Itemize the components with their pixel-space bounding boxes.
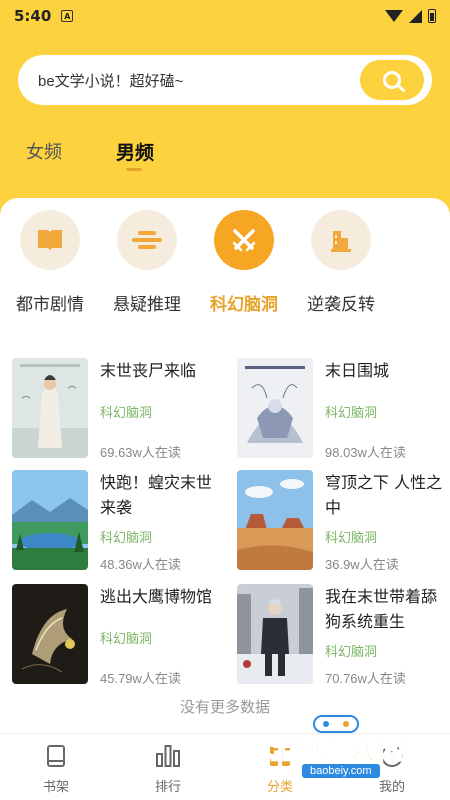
nav-bookshelf[interactable]: 书架 xyxy=(21,742,91,795)
category-mystery[interactable]: 悬疑推理 xyxy=(97,210,197,315)
book-cover xyxy=(12,358,88,458)
search-icon xyxy=(383,71,401,89)
book-tag: 科幻脑洞 xyxy=(325,406,378,421)
search-bar[interactable]: be文学小说！超好磕~ xyxy=(18,55,432,105)
category-scifi[interactable]: 科幻脑洞 xyxy=(194,210,294,315)
book-icon xyxy=(38,230,62,250)
category-circle xyxy=(311,210,371,270)
book-tag: 科幻脑洞 xyxy=(100,406,153,421)
status-bar: 5:40 A xyxy=(0,0,450,32)
signal-icon xyxy=(409,9,422,23)
cloud-icon xyxy=(132,231,162,249)
category-label: 悬疑推理 xyxy=(113,295,181,315)
nav-label: 书架 xyxy=(42,780,69,795)
book-readers: 98.03w人在读 xyxy=(325,445,406,460)
book-cover xyxy=(237,470,313,570)
book-tag: 科幻脑洞 xyxy=(325,645,378,660)
nav-ranking[interactable]: 排行 xyxy=(133,742,203,795)
tab-female[interactable]: 女频 xyxy=(26,138,62,164)
status-time: 5:40 xyxy=(14,7,52,25)
category-circle xyxy=(117,210,177,270)
category-circle xyxy=(214,210,274,270)
book-readers: 70.76w人在读 xyxy=(325,671,406,686)
content-panel: 都市剧情 悬疑推理 科幻脑洞 逆袭反转 末世丧尸来临 科幻脑洞 69.63w人在… xyxy=(0,198,450,733)
book-card[interactable]: 末日围城 科幻脑洞 98.03w人在读 xyxy=(237,358,450,464)
battery-icon xyxy=(428,9,436,23)
book-tag: 科幻脑洞 xyxy=(100,531,153,546)
book-title: 快跑！蝗灾末世来袭 xyxy=(100,473,213,517)
wifi-icon xyxy=(385,10,403,22)
book-readers: 48.36w人在读 xyxy=(100,557,181,572)
book-readers: 45.79w人在读 xyxy=(100,671,181,686)
book-cover xyxy=(12,584,88,684)
ranking-icon xyxy=(154,742,182,770)
book-tag: 科幻脑洞 xyxy=(325,531,378,546)
category-circle xyxy=(20,210,80,270)
book-readers: 36.9w人在读 xyxy=(325,557,399,572)
notification-a-icon: A xyxy=(61,10,74,22)
search-input[interactable]: be文学小说！超好磕~ xyxy=(38,70,183,91)
book-title: 穹顶之下 人性之中 xyxy=(325,473,443,517)
category-comeback[interactable]: 逆袭反转 xyxy=(291,210,391,315)
tab-male[interactable]: 男频 xyxy=(116,138,154,171)
watermark-url: baobeiy.com xyxy=(302,764,380,778)
book-card[interactable]: 末世丧尸来临 科幻脑洞 69.63w人在读 xyxy=(12,358,227,464)
book-card[interactable]: 快跑！蝗灾末世来袭 科幻脑洞 48.36w人在读 xyxy=(12,470,227,576)
nav-label: 排行 xyxy=(154,780,181,795)
book-title: 我在末世带着舔狗系统重生 xyxy=(325,587,438,631)
category-row: 都市剧情 悬疑推理 科幻脑洞 逆袭反转 xyxy=(0,210,450,320)
status-icons xyxy=(385,9,436,23)
category-label: 都市剧情 xyxy=(16,295,84,315)
category-urban[interactable]: 都市剧情 xyxy=(0,210,100,315)
book-cover xyxy=(237,584,313,684)
book-title: 逃出大鹰博物馆 xyxy=(100,587,213,606)
book-readers: 69.63w人在读 xyxy=(100,445,181,460)
building-icon xyxy=(331,231,351,252)
watermark-text: 宝贝游戏网 xyxy=(269,736,406,767)
search-button[interactable] xyxy=(360,60,424,100)
book-card[interactable]: 穹顶之下 人性之中 科幻脑洞 36.9w人在读 xyxy=(237,470,450,576)
book-title: 末世丧尸来临 xyxy=(100,361,197,380)
category-label: 科幻脑洞 xyxy=(210,295,278,315)
book-card[interactable]: 逃出大鹰博物馆 科幻脑洞 45.79w人在读 xyxy=(12,584,227,690)
book-title: 末日围城 xyxy=(325,361,390,380)
book-tag: 科幻脑洞 xyxy=(100,632,153,647)
bookshelf-icon xyxy=(42,742,70,770)
category-label: 逆袭反转 xyxy=(307,295,375,315)
crossed-swords-icon xyxy=(232,229,256,252)
watermark: 宝贝游戏网 baobeiy.com xyxy=(269,712,430,782)
book-cover xyxy=(237,358,313,458)
book-cover xyxy=(12,470,88,570)
book-card[interactable]: 我在末世带着舔狗系统重生 科幻脑洞 70.76w人在读 xyxy=(237,584,450,690)
gender-tabs: 女频 男频 xyxy=(0,138,450,178)
